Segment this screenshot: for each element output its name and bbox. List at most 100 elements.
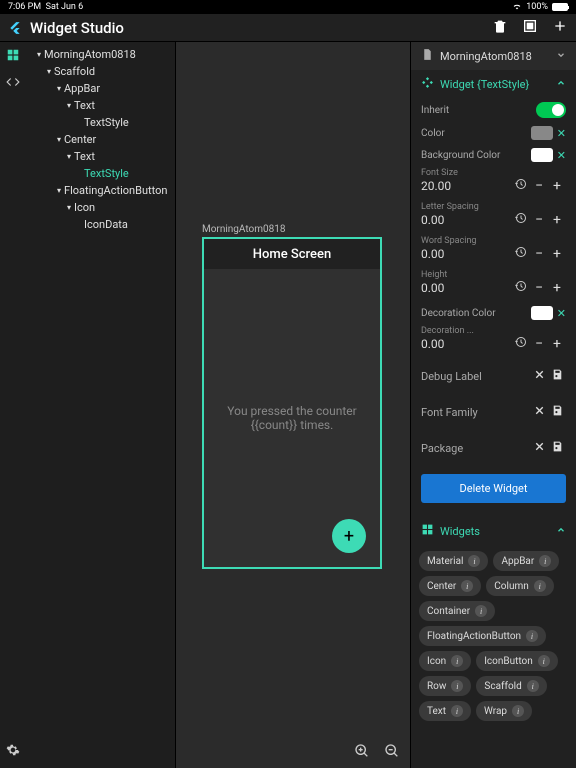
text-property: Debug Label	[411, 358, 576, 394]
widget-section-header[interactable]: Widget {TextStyle}	[411, 70, 576, 98]
wifi-icon	[512, 1, 522, 14]
widget-chip[interactable]: Centeri	[419, 576, 481, 596]
minus-icon[interactable]: −	[530, 280, 548, 296]
fab-button[interactable]: +	[332, 519, 366, 553]
history-icon[interactable]	[512, 280, 530, 296]
plus-icon[interactable]: +	[548, 178, 566, 194]
prop-color: Color ✕	[411, 122, 576, 144]
delete-icon[interactable]	[492, 18, 508, 37]
preview-body: You pressed the counter {{count}} times.…	[204, 269, 380, 567]
widget-chip[interactable]: Containeri	[419, 601, 495, 621]
numeric-property: Font Size20.00−+	[411, 166, 576, 200]
clear-icon[interactable]: ✕	[557, 149, 566, 162]
zoom-in-icon[interactable]	[354, 743, 370, 762]
color-swatch[interactable]	[531, 126, 553, 140]
clear-icon[interactable]: ✕	[557, 307, 566, 320]
tree-item[interactable]: TextStyle	[26, 114, 175, 131]
widget-chip[interactable]: Columni	[486, 576, 553, 596]
history-icon[interactable]	[512, 212, 530, 228]
widget-tree: ▾MorningAtom0818▾Scaffold▾AppBar▾TextTex…	[26, 42, 176, 768]
info-icon[interactable]: i	[451, 705, 463, 717]
title-bar: Widget Studio	[0, 14, 576, 42]
battery-icon	[552, 3, 568, 11]
preview-frame[interactable]: Home Screen You pressed the counter {{co…	[202, 237, 382, 569]
canvas: MorningAtom0818 Home Screen You pressed …	[176, 42, 410, 768]
close-icon[interactable]	[530, 440, 548, 456]
info-icon[interactable]: i	[475, 605, 487, 617]
close-icon[interactable]	[530, 368, 548, 384]
save-icon[interactable]	[548, 368, 566, 384]
code-icon[interactable]	[6, 75, 20, 92]
minus-icon[interactable]: −	[530, 178, 548, 194]
decoration-color-swatch[interactable]	[531, 306, 553, 320]
tree-item[interactable]: TextStyle	[26, 165, 175, 182]
bgcolor-swatch[interactable]	[531, 148, 553, 162]
tree-item[interactable]: ▾Text	[26, 148, 175, 165]
minus-icon[interactable]: −	[530, 246, 548, 262]
plus-icon[interactable]: +	[548, 280, 566, 296]
minus-icon[interactable]: −	[530, 212, 548, 228]
save-icon[interactable]	[548, 440, 566, 456]
numeric-property: Word Spacing0.00−+	[411, 234, 576, 268]
widgets-section-header[interactable]: Widgets	[411, 517, 576, 545]
clear-icon[interactable]: ✕	[557, 127, 566, 140]
add-icon[interactable]	[552, 18, 568, 37]
tree-item[interactable]: ▾Scaffold	[26, 63, 175, 80]
plus-icon[interactable]: +	[548, 336, 566, 352]
chevron-up-icon	[556, 78, 566, 91]
history-icon[interactable]	[512, 336, 530, 352]
tree-item[interactable]: ▾Center	[26, 131, 175, 148]
tree-item[interactable]: IconData	[26, 216, 175, 233]
preview-appbar: Home Screen	[204, 239, 380, 269]
info-icon[interactable]: i	[451, 655, 463, 667]
prop-decoration-color: Decoration Color ✕	[411, 302, 576, 324]
app-title: Widget Studio	[30, 19, 492, 37]
info-icon[interactable]: i	[512, 705, 524, 717]
delete-widget-button[interactable]: Delete Widget	[421, 474, 566, 503]
inspector-panel: MorningAtom0818 Widget {TextStyle} Inher…	[410, 42, 576, 768]
info-icon[interactable]: i	[539, 555, 551, 567]
widget-chip[interactable]: Iconi	[419, 651, 471, 671]
tree-item[interactable]: ▾Icon	[26, 199, 175, 216]
info-icon[interactable]: i	[526, 630, 538, 642]
info-icon[interactable]: i	[451, 680, 463, 692]
info-icon[interactable]: i	[538, 655, 550, 667]
widget-chip[interactable]: Wrapi	[476, 701, 532, 721]
widget-chip[interactable]: Rowi	[419, 676, 471, 696]
tree-item[interactable]: ▾AppBar	[26, 80, 175, 97]
tree-item[interactable]: ▾MorningAtom0818	[26, 46, 175, 63]
widget-chip[interactable]: FloatingActionButtoni	[419, 626, 546, 646]
settings-icon[interactable]	[6, 743, 20, 760]
inherit-toggle[interactable]	[536, 102, 566, 118]
chevron-up-icon	[556, 525, 566, 538]
info-icon[interactable]: i	[468, 555, 480, 567]
close-icon[interactable]	[530, 404, 548, 420]
sidebar-rail	[0, 42, 26, 768]
dashboard-icon[interactable]	[6, 48, 20, 65]
layout-icon[interactable]	[522, 18, 538, 37]
widget-chip[interactable]: AppBari	[493, 551, 559, 571]
numeric-property: Letter Spacing0.00−+	[411, 200, 576, 234]
history-icon[interactable]	[512, 178, 530, 194]
widget-chip[interactable]: Texti	[419, 701, 471, 721]
plus-icon[interactable]: +	[548, 212, 566, 228]
plus-icon[interactable]: +	[548, 246, 566, 262]
widget-chip[interactable]: Scaffoldi	[476, 676, 546, 696]
widget-chip[interactable]: IconButtoni	[476, 651, 558, 671]
preview-text: You pressed the counter {{count}} times.	[216, 404, 368, 432]
file-header[interactable]: MorningAtom0818	[411, 42, 576, 70]
tree-item[interactable]: ▾Text	[26, 97, 175, 114]
info-icon[interactable]: i	[534, 580, 546, 592]
zoom-out-icon[interactable]	[384, 743, 400, 762]
info-icon[interactable]: i	[461, 580, 473, 592]
chevron-down-icon	[556, 50, 566, 63]
canvas-label: MorningAtom0818	[202, 224, 285, 235]
history-icon[interactable]	[512, 246, 530, 262]
tree-item[interactable]: ▾FloatingActionButton	[26, 182, 175, 199]
status-bar: 7:06 PM Sat Jun 6 100%	[0, 0, 576, 14]
widget-chip[interactable]: Materiali	[419, 551, 488, 571]
save-icon[interactable]	[548, 404, 566, 420]
minus-icon[interactable]: −	[530, 336, 548, 352]
info-icon[interactable]: i	[527, 680, 539, 692]
text-property: Font Family	[411, 394, 576, 430]
